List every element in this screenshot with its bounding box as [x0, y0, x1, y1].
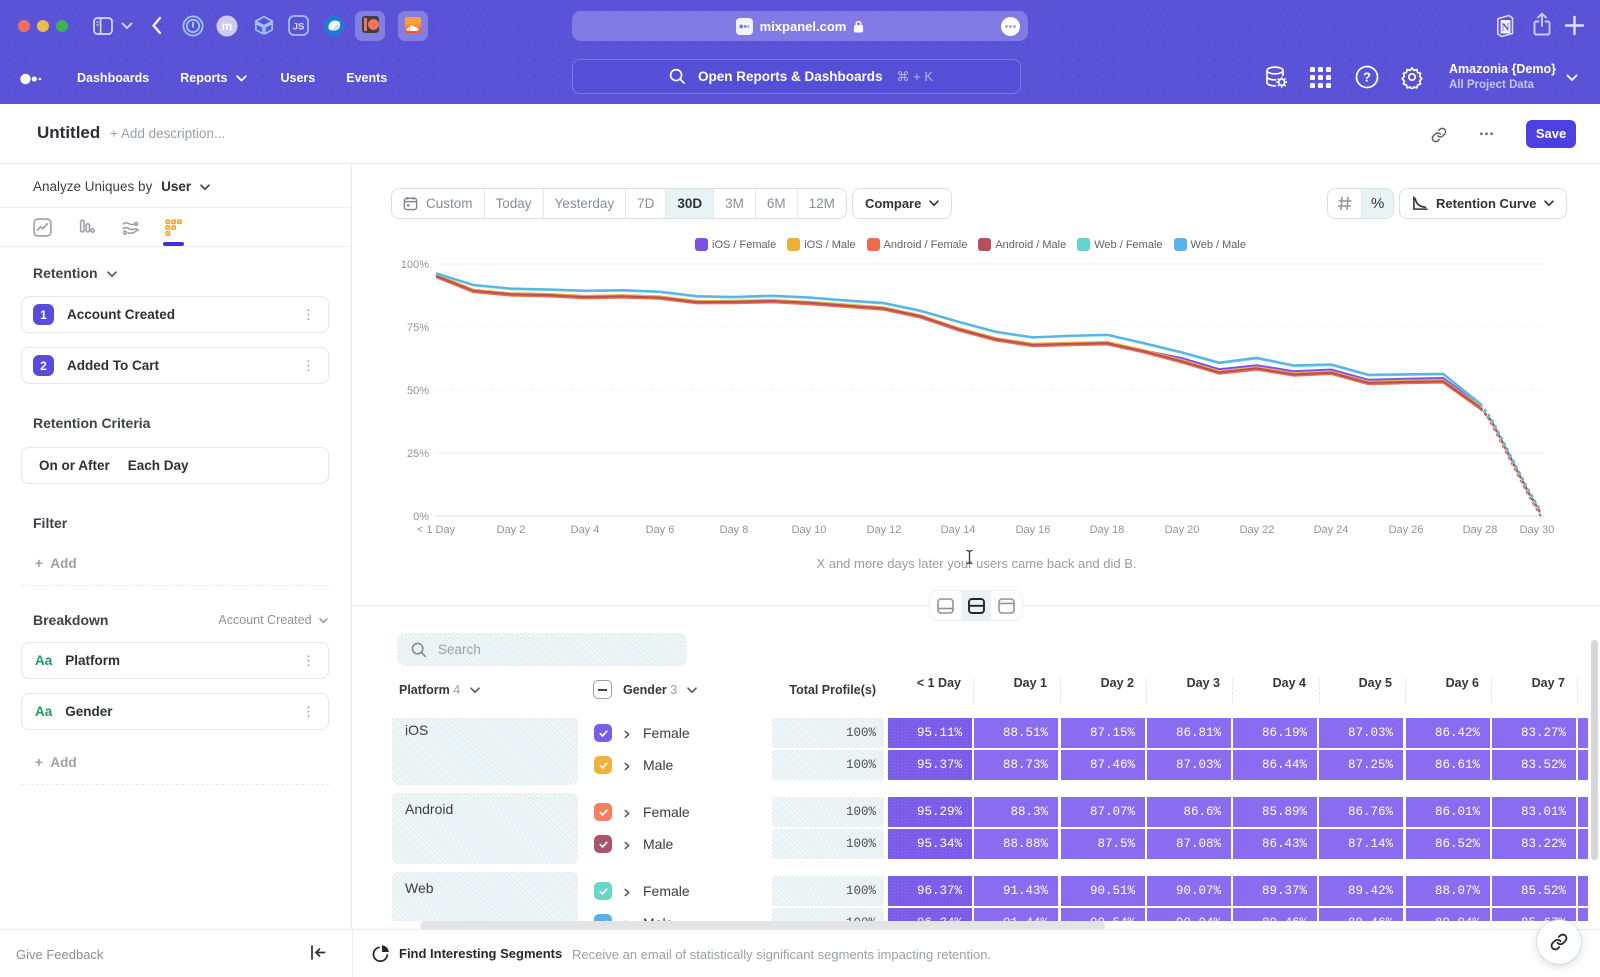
- svg-text:0%: 0%: [413, 511, 429, 523]
- svg-text:Day 6: Day 6: [646, 524, 675, 536]
- svg-text:N: N: [1502, 22, 1510, 34]
- svg-text:Day 20: Day 20: [1165, 524, 1200, 536]
- svg-text:Day 10: Day 10: [792, 524, 827, 536]
- svg-text:Day 24: Day 24: [1314, 524, 1349, 536]
- svg-text:Day 22: Day 22: [1240, 524, 1275, 536]
- svg-text:Day 30: Day 30: [1520, 524, 1555, 536]
- svg-text:Day 8: Day 8: [720, 524, 749, 536]
- svg-text:m: m: [222, 19, 233, 33]
- svg-text:Day 12: Day 12: [867, 524, 902, 536]
- svg-text:75%: 75%: [407, 322, 429, 334]
- svg-text:50%: 50%: [407, 385, 429, 397]
- svg-text:Day 18: Day 18: [1090, 524, 1125, 536]
- svg-text:25%: 25%: [407, 448, 429, 460]
- svg-text:Day 28: Day 28: [1463, 524, 1498, 536]
- svg-text:Day 26: Day 26: [1389, 524, 1424, 536]
- svg-text:?: ?: [1363, 70, 1371, 85]
- svg-text:Day 16: Day 16: [1016, 524, 1051, 536]
- svg-text:< 1 Day: < 1 Day: [417, 524, 456, 536]
- svg-text:Day 14: Day 14: [941, 524, 976, 536]
- svg-text:Day 2: Day 2: [497, 524, 526, 536]
- svg-text:JS: JS: [293, 22, 305, 33]
- svg-text:Day 4: Day 4: [571, 524, 600, 536]
- svg-text:100%: 100%: [401, 259, 429, 271]
